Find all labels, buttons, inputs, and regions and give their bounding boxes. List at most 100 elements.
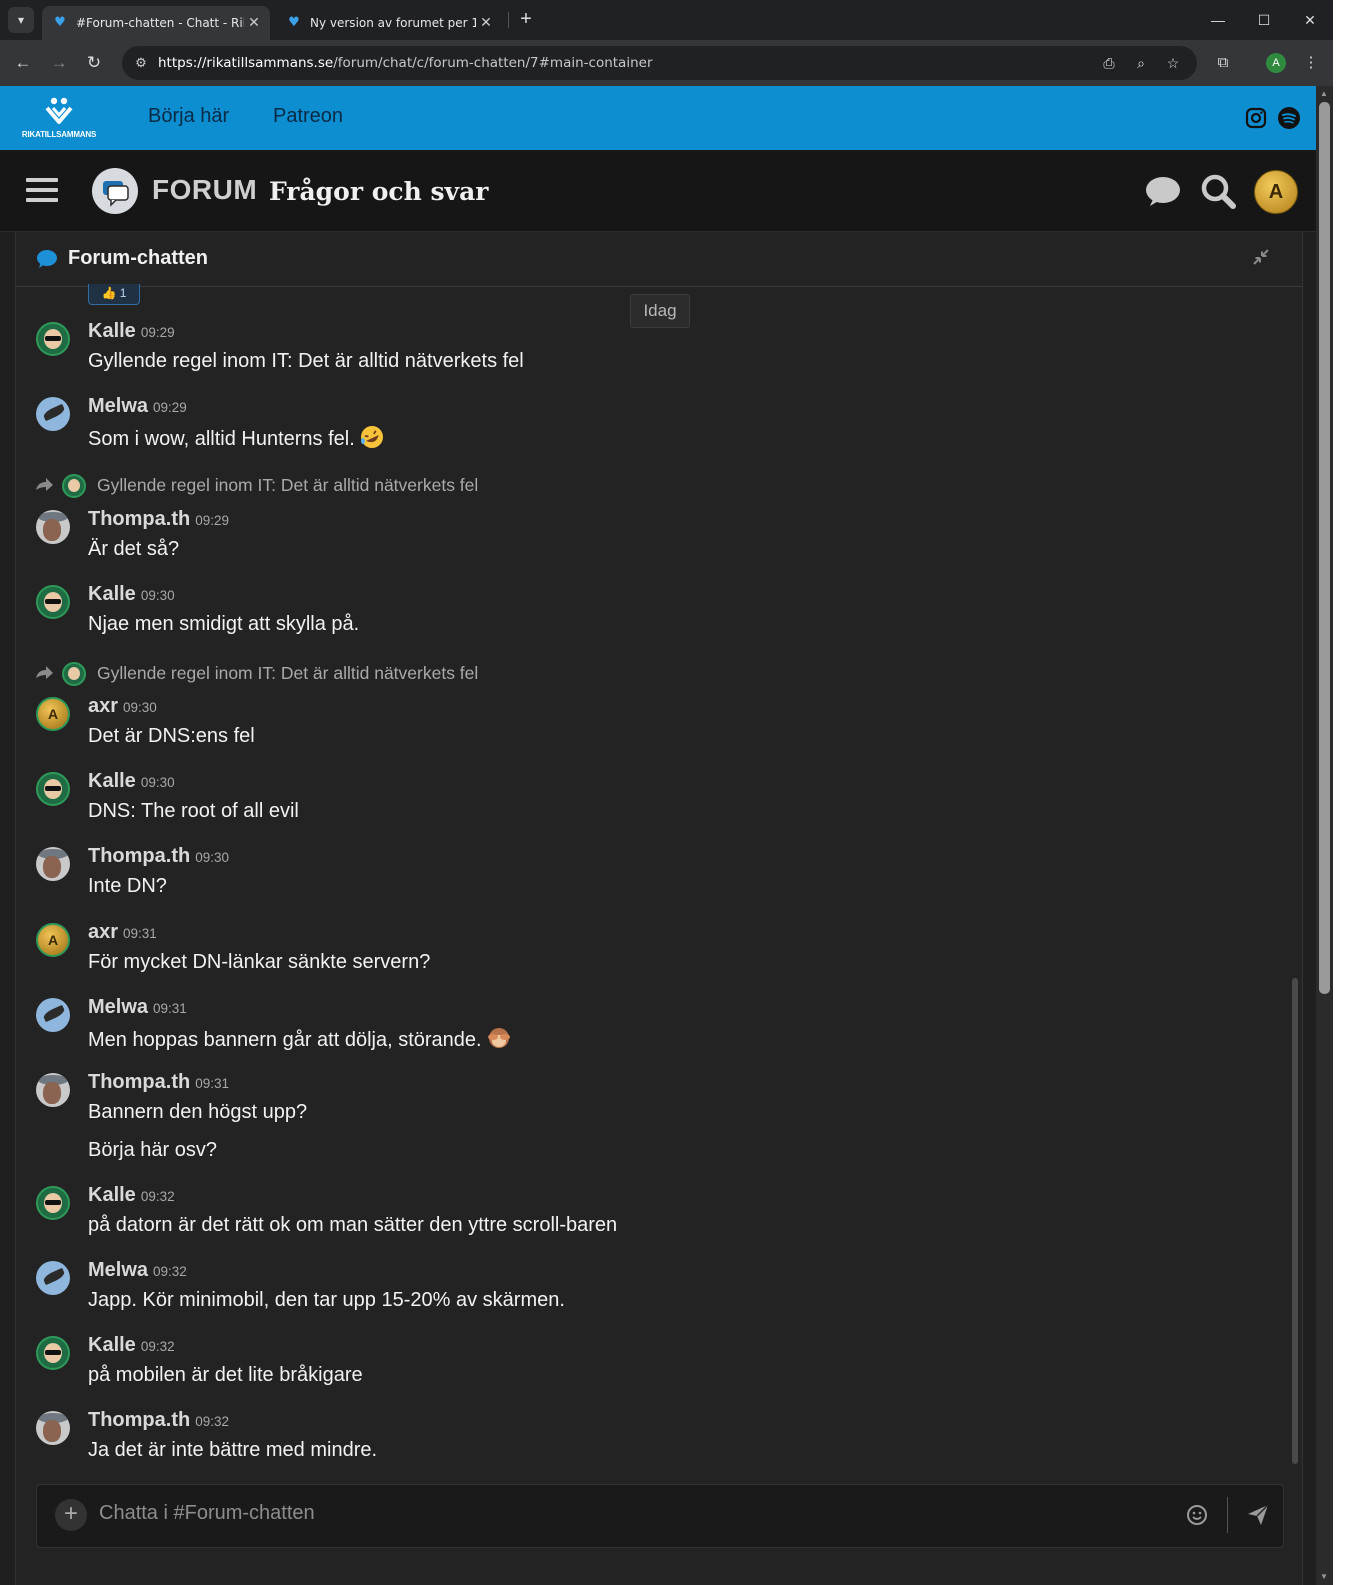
message-username[interactable]: Thompa.th 09:31	[88, 1071, 229, 1094]
close-tab-icon[interactable]: ✕	[244, 15, 264, 31]
new-tab-button[interactable]: +	[514, 8, 538, 32]
scroll-up-arrow-icon[interactable]: ▲	[1320, 89, 1329, 98]
avatar[interactable]: A	[36, 697, 70, 731]
maximize-window-button[interactable]: ☐	[1244, 8, 1284, 32]
send-icon[interactable]	[1245, 1502, 1271, 1528]
instagram-icon[interactable]	[1244, 106, 1268, 130]
install-app-icon[interactable]: ⎙	[1098, 52, 1120, 74]
message-username[interactable]: Thompa.th 09:30	[88, 845, 229, 868]
chat-scrollbar[interactable]	[1292, 978, 1298, 1464]
avatar[interactable]	[36, 847, 70, 881]
site-favicon-icon: ♥	[54, 15, 66, 30]
message-username[interactable]: Thompa.th 09:32	[88, 1409, 229, 1432]
user-avatar[interactable]: A	[1254, 170, 1298, 214]
message-username[interactable]: axr 09:31	[88, 921, 157, 944]
channel-title[interactable]: Forum-chatten	[68, 247, 208, 270]
chat-bubble-icon[interactable]	[1143, 172, 1183, 212]
avatar[interactable]	[36, 1186, 70, 1220]
see-no-evil-monkey-emoji-icon	[487, 1028, 510, 1048]
message-username[interactable]: Thompa.th 09:29	[88, 508, 229, 531]
spotify-icon[interactable]	[1277, 106, 1301, 130]
forum-brand[interactable]: FORUM	[152, 174, 257, 206]
message-text: Är det så?	[88, 538, 180, 560]
page-scrollbar-thumb[interactable]	[1319, 102, 1330, 994]
message-username[interactable]: Kalle 09:32	[88, 1184, 175, 1207]
avatar[interactable]	[36, 585, 70, 619]
site-header: RIKATILLSAMMANS Börja här Patreon	[0, 86, 1316, 150]
message-text: För mycket DN-länkar sänkte servern?	[88, 951, 431, 973]
tab-ny-version[interactable]: ♥ Ny version av forumet per 11 okt ✕	[276, 6, 502, 40]
profile-avatar[interactable]: A	[1266, 53, 1286, 73]
tab-search-button[interactable]: ▾	[8, 7, 34, 33]
forum-logo-icon[interactable]	[92, 168, 138, 214]
chat-composer: + Chatta i #Forum-chatten	[36, 1484, 1284, 1548]
chat-message-input[interactable]: Chatta i #Forum-chatten	[99, 1502, 1159, 1530]
forum-subtitle: Frågor och svar	[269, 177, 489, 206]
emoji-picker-icon[interactable]	[1185, 1503, 1209, 1527]
message-timestamp: 09:30	[123, 700, 157, 715]
avatar[interactable]	[36, 772, 70, 806]
channel-bubble-icon	[36, 249, 57, 269]
message-timestamp: 09:29	[140, 325, 175, 340]
avatar[interactable]	[36, 1411, 70, 1445]
url-text[interactable]: https://rikatillsammans.se/forum/chat/c/…	[158, 55, 653, 71]
forward-arrow-icon[interactable]: →	[46, 50, 72, 76]
forum-header: FORUM Frågor och svar A	[0, 150, 1316, 232]
avatar[interactable]	[36, 998, 70, 1032]
page-scrollbar[interactable]: ▲ ▼	[1316, 86, 1333, 1585]
reply-arrow-icon	[36, 666, 53, 679]
reload-icon[interactable]: ↻	[81, 50, 107, 76]
nav-link-patreon[interactable]: Patreon	[273, 105, 343, 128]
avatar[interactable]	[36, 510, 70, 544]
message-timestamp: 09:31	[123, 926, 157, 941]
scroll-down-arrow-icon[interactable]: ▼	[1320, 1572, 1329, 1581]
avatar[interactable]	[36, 1261, 70, 1295]
reply-reference[interactable]: Gyllende regel inom IT: Det är alltid nä…	[34, 662, 1234, 688]
message-text: Inte DN?	[88, 875, 167, 897]
close-tab-icon[interactable]: ✕	[476, 15, 496, 31]
rofl-emoji-icon	[360, 426, 383, 448]
message-username[interactable]: Melwa 09:29	[88, 395, 187, 418]
minimize-window-button[interactable]: —	[1198, 8, 1238, 32]
window-edge	[1333, 0, 1348, 1585]
site-logo[interactable]: RIKATILLSAMMANS	[12, 96, 106, 140]
avatar[interactable]	[36, 1336, 70, 1370]
back-arrow-icon[interactable]: ←	[10, 50, 36, 76]
tab-title: Ny version av forumet per 11 okt	[310, 16, 476, 30]
browser-menu-icon[interactable]: ⋮	[1298, 50, 1324, 76]
close-window-button[interactable]: ✕	[1290, 8, 1330, 32]
extensions-icon[interactable]: ⧉	[1210, 50, 1236, 76]
message-timestamp: 09:30	[195, 850, 230, 865]
zoom-icon[interactable]: ⌕	[1130, 52, 1152, 74]
bookmark-star-icon[interactable]: ☆	[1162, 52, 1184, 74]
avatar[interactable]: A	[36, 923, 70, 957]
reaction-thumbs-up[interactable]: 👍 1	[88, 284, 140, 305]
message-username[interactable]: Kalle 09:32	[88, 1334, 175, 1357]
message-timestamp: 09:29	[153, 400, 187, 415]
hamburger-menu-icon[interactable]	[26, 178, 58, 202]
search-icon[interactable]	[1198, 172, 1238, 212]
message-text: Gyllende regel inom IT: Det är alltid nä…	[88, 350, 524, 372]
message-text: på datorn är det rätt ok om man sätter d…	[88, 1214, 618, 1236]
site-info-icon[interactable]: ⚙	[130, 52, 152, 74]
message-username[interactable]: Melwa 09:31	[88, 996, 187, 1019]
message-username[interactable]: axr 09:30	[88, 695, 157, 718]
reply-arrow-icon	[36, 478, 53, 491]
reply-avatar	[62, 474, 86, 498]
tab-forum-chatten[interactable]: ♥ #Forum-chatten - Chatt - RikaTillsamma…	[42, 6, 270, 40]
add-attachment-button[interactable]: +	[55, 1499, 87, 1531]
nav-link-borja-har[interactable]: Börja här	[148, 105, 229, 128]
message-username[interactable]: Kalle 09:29	[88, 320, 175, 343]
avatar[interactable]	[36, 1073, 70, 1107]
message-username[interactable]: Melwa 09:32	[88, 1259, 187, 1282]
reply-reference[interactable]: Gyllende regel inom IT: Det är alltid nä…	[34, 474, 1234, 500]
collapse-chat-icon[interactable]	[1250, 248, 1272, 270]
date-separator: Idag	[630, 294, 690, 328]
avatar[interactable]	[36, 322, 70, 356]
message-username[interactable]: Kalle 09:30	[88, 770, 175, 793]
message-username[interactable]: Kalle 09:30	[88, 583, 175, 606]
address-bar[interactable]: ⚙ https://rikatillsammans.se/forum/chat/…	[122, 46, 1197, 80]
message-text: DNS: The root of all evil	[88, 800, 299, 822]
avatar[interactable]	[36, 397, 70, 431]
message-text: Bannern den högst upp?	[88, 1101, 308, 1123]
